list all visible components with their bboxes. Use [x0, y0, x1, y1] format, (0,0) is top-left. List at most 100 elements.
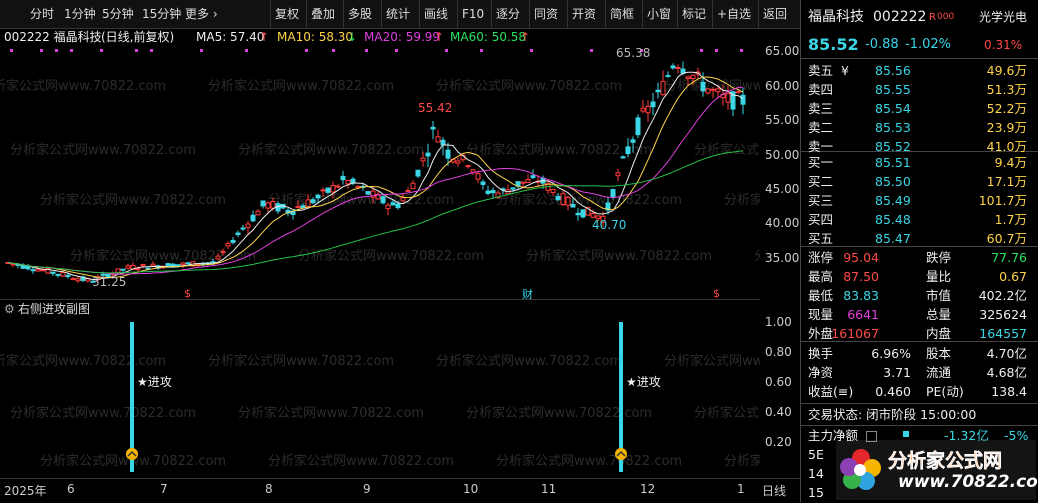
candle-body — [645, 105, 651, 114]
candle-body — [115, 268, 121, 274]
candle-body — [250, 214, 256, 222]
stats-row: 最高 87.50 量比 0.67 — [801, 267, 1038, 286]
candlestick-chart[interactable]: 分析家公式网www.70822.com 分析家公式网www.70822.com 分析… — [0, 46, 760, 296]
candle-body — [705, 88, 711, 94]
candle-body — [445, 149, 451, 159]
bid-price: 85.50 — [875, 174, 911, 189]
add-watchlist-button[interactable]: +自选 — [712, 0, 755, 28]
bid-row: 买二 85.50 17.1万 — [801, 172, 1038, 191]
multi-stock-button[interactable]: 多股 — [343, 0, 376, 28]
candle-body — [700, 81, 706, 92]
ask-label: 卖三 — [808, 101, 834, 116]
tab-1min[interactable]: 1分钟 — [60, 0, 100, 28]
back-button[interactable]: 返回 — [758, 0, 791, 28]
candle-body — [580, 209, 586, 218]
stat-value: 0.460 — [875, 384, 911, 399]
simple-frame-button[interactable]: 简框 — [605, 0, 638, 28]
signal-up-icon-1 — [126, 448, 138, 460]
stat-label: 最低 — [808, 288, 834, 303]
ask-label: 卖二 — [808, 120, 834, 135]
signal-dot — [305, 49, 308, 52]
candle-body — [65, 274, 71, 277]
ma5-value: MA5: 57.40 — [196, 30, 265, 44]
stat-value: 325624 — [979, 307, 1027, 322]
sector-name[interactable]: 光学光电 — [979, 8, 1027, 27]
signal-dot — [200, 49, 203, 52]
y-tick: 50.00 — [765, 148, 800, 162]
candle-body — [365, 191, 371, 195]
small-window-button[interactable]: 小窗 — [642, 0, 675, 28]
stat-value: 6641 — [847, 307, 879, 322]
trade-status: 交易状态: 闭市阶段 15:00:00 — [801, 405, 1038, 424]
svg-text:分析家公式网www.70822.com: 分析家公式网www.70822.com — [664, 78, 760, 94]
tab-15min[interactable]: 15分钟 — [138, 0, 185, 28]
statistics-button[interactable]: 统计 — [381, 0, 414, 28]
candle-body — [690, 74, 696, 80]
ask-row: 卖四 85.55 51.3万 — [801, 80, 1038, 99]
candle-body — [415, 169, 421, 177]
candle-body — [215, 255, 221, 260]
candle-body — [650, 101, 656, 108]
bid-volume: 9.4万 — [994, 155, 1027, 170]
flow-5d-row: 5E — [808, 447, 824, 462]
candle-body — [465, 165, 471, 168]
x-tick: 1 — [737, 482, 745, 496]
signal-dot — [135, 49, 138, 52]
candle-body — [150, 263, 156, 267]
sub-chart-gear-icon[interactable]: ⚙ — [4, 300, 15, 318]
candle-body — [635, 117, 641, 136]
bid-row: 买一 85.51 9.4万 — [801, 153, 1038, 172]
candle-body — [405, 190, 411, 193]
period-label[interactable]: 日线 — [762, 482, 786, 499]
chart-toolbar: 分时 1分钟 5分钟 15分钟 更多 › 复权 叠加 多股 统计 画线 F10 … — [0, 0, 800, 29]
ma10-arrow: ↓ — [347, 30, 358, 44]
stat-value: 77.76 — [991, 250, 1027, 265]
ma20-arrow: ↑ — [434, 30, 445, 44]
y-tick: 35.00 — [765, 251, 800, 265]
candle-body — [305, 199, 311, 208]
ask-price: 85.55 — [875, 82, 911, 97]
by-minute-button[interactable]: 逐分 — [491, 0, 524, 28]
candle-body — [550, 188, 556, 194]
stock-code: 002222 — [873, 9, 927, 25]
time-row-15: 15 — [808, 485, 824, 500]
ma10-line — [7, 76, 744, 279]
svg-text:分析家公式网www.70822.com: 分析家公式网www.70822.com — [238, 405, 424, 421]
restore-rights-button[interactable]: 复权 — [270, 0, 303, 28]
ma60-arrow: ↑ — [520, 30, 531, 44]
candle-body — [655, 89, 661, 93]
stat-label: 市值 — [926, 288, 952, 303]
svg-text:分析家公式网www.70822.com: 分析家公式网www.70822.com — [70, 248, 256, 264]
candle-body — [710, 88, 716, 91]
tab-5min[interactable]: 5分钟 — [98, 0, 138, 28]
candle-body — [145, 267, 151, 270]
svg-text:分析家公式网www.70822.com: 分析家公式网www.70822.com — [268, 192, 454, 208]
overlay-button[interactable]: 叠加 — [306, 0, 339, 28]
candle-body — [510, 187, 516, 190]
stat-label: 内盘 — [926, 326, 952, 341]
candle-body — [735, 91, 741, 94]
candle-body — [345, 179, 351, 185]
signal-dot — [40, 49, 43, 52]
candle-body — [220, 250, 226, 254]
ma20-value: MA20: 59.99 — [364, 30, 441, 44]
attack-indicator-chart[interactable]: 分析家公式网www.70822.com 分析家公式网www.70822.com 分析… — [0, 317, 760, 477]
bid-label: 买五 — [808, 231, 834, 246]
stat-label: 流通 — [926, 365, 952, 380]
watermark-layer: 分析家公式网www.70822.com 分析家公式网www.70822.com 分析… — [0, 353, 760, 469]
sub-chart-title[interactable]: 右侧进攻副图 — [18, 300, 90, 318]
candle-body — [425, 152, 431, 157]
more-periods-button[interactable]: 更多 › — [181, 0, 222, 28]
logo-url: www.70822.com — [898, 472, 1038, 492]
svg-text:分析家公式网www.70822.com: 分析家公式网www.70822.com — [298, 248, 484, 264]
mark-button[interactable]: 标记 — [677, 0, 710, 28]
tab-timeshare[interactable]: 分时 — [26, 0, 58, 28]
draw-line-button[interactable]: 画线 — [419, 0, 452, 28]
signal-dot — [740, 49, 743, 52]
f10-button[interactable]: F10 — [457, 0, 488, 28]
same-capital-button[interactable]: 同资 — [529, 0, 562, 28]
candle-body — [10, 263, 16, 266]
open-capital-button[interactable]: 开资 — [567, 0, 600, 28]
low-label: 31.25 — [92, 275, 127, 289]
svg-text:分析家公式网www.70822.com: 分析家公式网www.70822.com — [724, 192, 760, 208]
